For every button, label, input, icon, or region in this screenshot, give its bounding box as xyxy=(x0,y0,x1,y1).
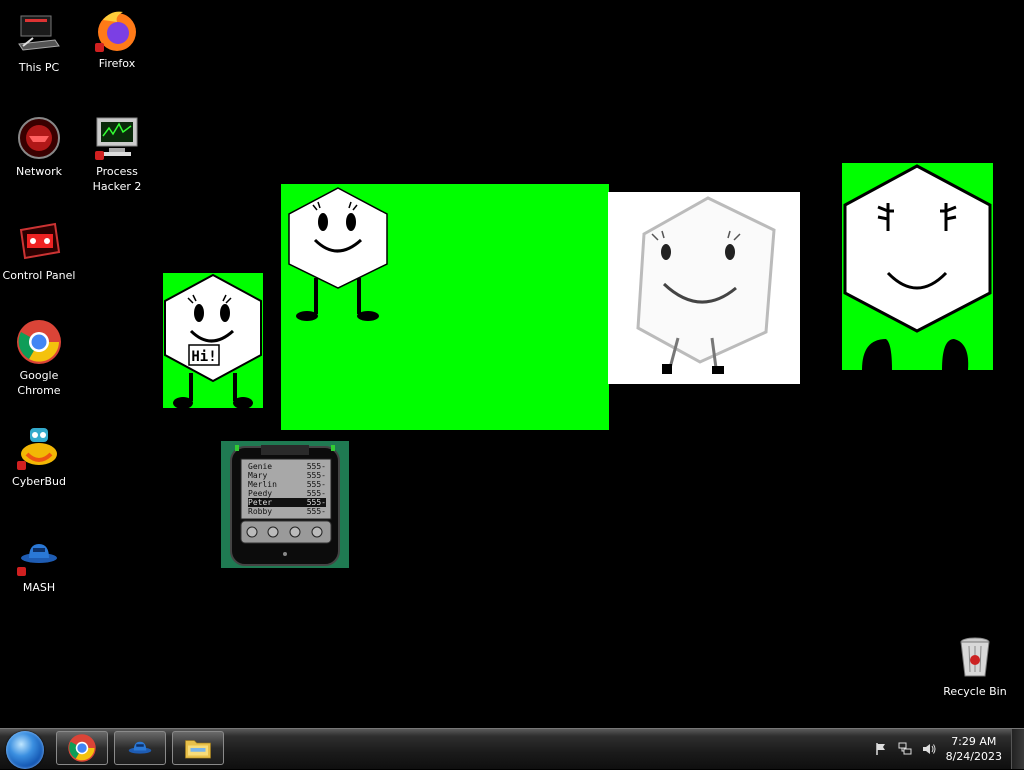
desktop-icon-label: Process Hacker 2 xyxy=(92,165,142,193)
cyberbud-icon xyxy=(15,424,63,472)
desktop-icon-label: This PC xyxy=(18,61,60,74)
desktop-icon-firefox[interactable]: Firefox xyxy=(78,6,156,71)
show-desktop-button[interactable] xyxy=(1011,729,1024,769)
network-icon xyxy=(15,114,63,162)
shortcut-arrow-icon xyxy=(17,461,26,470)
desktop-icon-process-hacker[interactable]: Process Hacker 2 xyxy=(78,114,156,194)
action-center-flag-icon[interactable] xyxy=(874,742,888,756)
hexagon-character-hi-image[interactable]: Hi! xyxy=(163,273,263,408)
taskbar-file-explorer-button[interactable] xyxy=(172,731,224,765)
hi-speech-text: Hi! xyxy=(191,349,216,365)
shortcut-arrow-icon xyxy=(95,151,104,160)
desktop-icon-mash[interactable]: MASH xyxy=(0,530,78,595)
pager-contact-row: Mary 555- xyxy=(248,471,326,480)
start-button[interactable] xyxy=(6,731,44,769)
desktop-icon-google-chrome[interactable]: Google Chrome xyxy=(0,318,78,398)
desktop-icon-this-pc[interactable]: This PC xyxy=(0,10,78,75)
desktop-icon-label: MASH xyxy=(22,581,56,594)
pager-contact-row-selected: Peter 555- xyxy=(248,498,326,507)
desktop-icon-label: Firefox xyxy=(98,57,136,70)
firefox-icon xyxy=(93,6,141,54)
chrome-icon xyxy=(68,734,96,762)
desktop-icon-network[interactable]: Network xyxy=(0,114,78,179)
taskbar-chrome-button[interactable] xyxy=(56,731,108,765)
pager-contact-row: Merlin 555- xyxy=(248,480,326,489)
hexagon-character-green-image[interactable] xyxy=(281,184,609,430)
taskbar-mash-button[interactable] xyxy=(114,731,166,765)
chrome-icon xyxy=(15,318,63,366)
mash-icon xyxy=(128,741,152,754)
recycle-bin-icon xyxy=(951,634,999,682)
clock-date: 8/24/2023 xyxy=(945,750,1002,763)
desktop-icon-label: Google Chrome xyxy=(17,369,61,397)
pager-contacts-image[interactable]: Genie 555- Mary 555- Merlin 555- Peedy 555- … xyxy=(221,441,349,568)
desktop-icon-label: Recycle Bin xyxy=(943,685,1007,698)
pager-contact-row: Robby 555- xyxy=(248,507,326,516)
file-explorer-icon xyxy=(185,740,211,759)
mash-icon xyxy=(15,530,63,578)
desktop-icon-control-panel[interactable]: Control Panel xyxy=(0,218,78,283)
shortcut-arrow-icon xyxy=(95,43,104,52)
pager-contact-list: Genie 555- Mary 555- Merlin 555- Peedy 555- … xyxy=(248,462,326,516)
pager-contact-row: Genie 555- xyxy=(248,462,326,471)
volume-icon[interactable] xyxy=(922,742,936,756)
process-hacker-icon xyxy=(93,114,141,162)
hexagon-character-sketch-image[interactable] xyxy=(608,192,800,384)
desktop-icon-recycle-bin[interactable]: Recycle Bin xyxy=(936,634,1014,699)
control-panel-icon xyxy=(15,218,63,266)
desktop-icon-cyberbud[interactable]: CyberBud xyxy=(0,424,78,489)
clock-time: 7:29 AM xyxy=(951,735,997,748)
desktop-icon-label: Network xyxy=(16,165,62,178)
taskbar: 7:29 AM 8/24/2023 xyxy=(0,728,1024,769)
shortcut-arrow-icon xyxy=(17,567,26,576)
taskbar-clock[interactable]: 7:29 AM 8/24/2023 xyxy=(946,734,1002,764)
desktop-icon-label: CyberBud xyxy=(12,475,66,488)
pager-contact-row: Peedy 555- xyxy=(248,489,326,498)
network-tray-icon[interactable] xyxy=(898,742,912,756)
desktop-icon-label: Control Panel xyxy=(2,269,76,282)
this-pc-icon xyxy=(15,10,63,58)
hexagon-character-closed-eyes-image[interactable] xyxy=(842,163,993,370)
